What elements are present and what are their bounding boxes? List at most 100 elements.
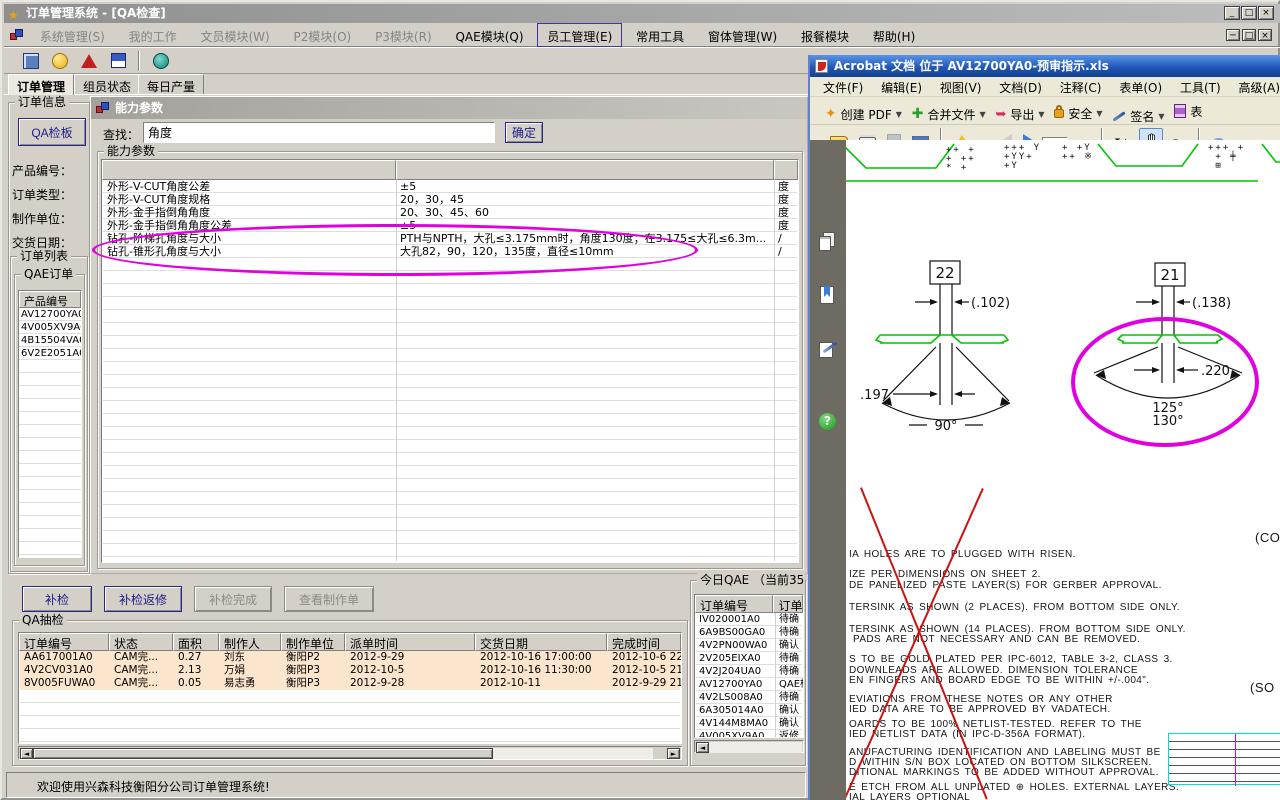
maximize-button[interactable]: □ <box>1241 6 1257 20</box>
chart-icon[interactable] <box>77 50 101 72</box>
forms-button[interactable]: 表 <box>1171 99 1205 123</box>
menu-p3[interactable]: P3模块(R) <box>365 23 442 47</box>
table-row[interactable]: 外形-金手指倒角角度 20、30、45、60 度 <box>103 206 797 219</box>
table-row[interactable]: IV020001A0 待确 <box>696 613 802 626</box>
menu-window[interactable]: 窗体管理(W) <box>698 23 787 47</box>
recheck-button[interactable]: 补检 <box>22 586 92 612</box>
table-row[interactable]: 外形-V-CUT角度公差 ±5 度 <box>103 180 797 193</box>
pages-panel-icon[interactable] <box>818 232 838 252</box>
table-row[interactable]: 2V205EIXA0 待确 <box>696 652 802 665</box>
table-row[interactable]: 4V2LS008A0 待确 <box>696 691 802 704</box>
menu-report[interactable]: 报餐模块 <box>791 23 859 47</box>
qa-sampling-table[interactable]: 订单编号 状态 面积 制作人 制作单位 派单时间 交货日期 完成时间 AA617… <box>18 632 682 744</box>
today-qae-hscrollbar[interactable]: ◄ <box>694 740 804 753</box>
main-titlebar[interactable]: ★ 订单管理系统 - [QA检查] <box>4 4 1280 23</box>
qae-col-header[interactable]: 订单编号 <box>695 595 774 613</box>
close-button[interactable]: × <box>1258 6 1274 20</box>
cap-col-header[interactable] <box>396 160 774 180</box>
combine-files-button[interactable]: ✚ 合并文件 ▼ <box>909 102 989 124</box>
minimize-button[interactable]: _ <box>1224 6 1240 20</box>
view-worksheet-button[interactable]: 查看制作单 <box>284 586 374 612</box>
table-row[interactable]: 4V2J204UA0 待确 <box>696 665 802 678</box>
sign-button[interactable]: 签名 ▼ <box>1109 105 1167 124</box>
bookmarks-panel-icon[interactable] <box>818 286 838 306</box>
list-item[interactable]: 6V2E2051A0 <box>19 347 81 360</box>
table-row[interactable]: 外形-V-CUT角度规格 20，30，45 度 <box>103 193 797 206</box>
qa-col-header[interactable]: 交货日期 <box>475 633 607 651</box>
qa-col-header[interactable]: 制作单位 <box>281 633 345 651</box>
acro-menu-tools[interactable]: 工具(T) <box>1173 77 1228 96</box>
today-qae-table[interactable]: 订单编号 订单 IV020001A0 待确 6A9BS00GA0 待确 4V2PN0… <box>694 594 804 738</box>
save-icon[interactable] <box>106 50 130 72</box>
acro-menu-file[interactable]: 文件(F) <box>816 77 870 96</box>
tab-order-management[interactable]: 订单管理 <box>8 74 75 95</box>
acro-menu-edit[interactable]: 编辑(E) <box>874 77 929 96</box>
mdi-restore-button[interactable]: □ <box>1242 29 1256 41</box>
mdi-minimize-button[interactable]: ─ <box>1226 29 1240 41</box>
table-row[interactable]: AA617001A0 CAM完... 0.27 刘东 衡阳P2 2012-9-29 2012… <box>20 651 681 664</box>
tab-daily-output[interactable]: 每日产量 <box>138 74 205 94</box>
menu-qae[interactable]: QAE模块(Q) <box>445 23 533 47</box>
mdi-close-button[interactable]: × <box>1258 29 1272 41</box>
list-item[interactable]: AV12700YA0 <box>19 308 81 321</box>
comments-panel-icon[interactable] <box>818 340 838 360</box>
qa-col-header[interactable]: 状态 <box>109 633 173 651</box>
menu-mywork[interactable]: 我的工作 <box>119 23 187 47</box>
cap-col-header[interactable] <box>102 160 396 180</box>
smiley-icon[interactable] <box>48 50 72 72</box>
qa-col-header[interactable]: 面积 <box>173 633 219 651</box>
search-input[interactable] <box>143 122 495 143</box>
qa-board-button[interactable]: QA检板 <box>18 118 86 146</box>
calculator-icon[interactable] <box>19 50 43 72</box>
recheck-done-button[interactable]: 补检完成 <box>194 586 272 612</box>
acro-menu-view[interactable]: 视图(V) <box>933 77 989 96</box>
menu-system[interactable]: 系统管理(S) <box>30 23 115 47</box>
qa-col-header[interactable]: 订单编号 <box>19 633 109 651</box>
cap-col-header[interactable] <box>774 160 798 180</box>
menu-staff[interactable]: 员工管理(E) <box>537 23 623 47</box>
create-pdf-button[interactable]: ✦ 创建 PDF ▼ <box>822 102 905 124</box>
menu-clerk[interactable]: 文员模块(W) <box>190 23 279 47</box>
list-item[interactable]: 4V005XV9A0 <box>19 321 81 334</box>
globe-icon[interactable] <box>149 50 173 72</box>
qa-col-header[interactable]: 完成时间 <box>607 633 681 651</box>
confirm-button[interactable]: 确定 <box>505 122 543 143</box>
acro-menu-advanced[interactable]: 高级(A) <box>1231 77 1280 96</box>
table-row[interactable]: 8V005FUWA0 CAM完... 0.05 易志勇 衡阳P3 2012-9-28 201… <box>20 677 681 690</box>
product-listbox[interactable]: 产品编号 AV12700YA0 4V005XV9A0 4B15504VA0 6V… <box>18 290 82 558</box>
qae-col-header[interactable]: 订单 <box>773 595 803 613</box>
acro-menu-forms[interactable]: 表单(O) <box>1112 77 1169 96</box>
menu-tools[interactable]: 常用工具 <box>626 23 694 47</box>
pdf-document[interactable]: ++ + + ++ * + +++ Y +YY+ +Y + +Y ++ ※ ++… <box>846 140 1280 800</box>
list-item[interactable]: 4B15504VA0 <box>19 334 81 347</box>
help-icon[interactable]: ? <box>818 412 838 432</box>
table-row[interactable]: 6A9BS00GA0 待确 <box>696 626 802 639</box>
table-row[interactable]: 4V144M8MA0 确认 <box>696 717 802 730</box>
acrobat-sidebar: ? <box>810 140 846 800</box>
scroll-thumb[interactable] <box>33 748 493 759</box>
secure-button[interactable]: 安全 ▼ <box>1051 102 1105 125</box>
tab-member-status[interactable]: 组员状态 <box>74 74 141 94</box>
qa-col-header[interactable]: 制作人 <box>219 633 281 651</box>
table-row[interactable]: 4V2CV031A0 CAM完... 2.13 万娟 衡阳P3 2012-10-5 2012… <box>20 664 681 677</box>
recheck-repair-button[interactable]: 补检返修 <box>104 586 182 612</box>
export-button[interactable]: ➥ 导出 ▼ <box>992 103 1047 125</box>
product-list-header[interactable]: 产品编号 <box>19 291 81 308</box>
table-row[interactable]: 6A305014A0 确认 <box>696 704 802 717</box>
table-row[interactable]: AV12700YA0QAE检 <box>696 678 803 691</box>
acro-menu-comments[interactable]: 注释(C) <box>1053 77 1109 96</box>
detail-label: 21 <box>1160 266 1179 284</box>
capability-titlebar[interactable]: 能力参数 <box>91 97 807 119</box>
menu-help[interactable]: 帮助(H) <box>863 23 925 47</box>
scroll-left-icon[interactable]: ◄ <box>20 748 33 759</box>
capability-table[interactable]: 外形-V-CUT角度公差 ±5 度 外形-V-CUT角度规格 20，30，45 度 外形… <box>101 159 799 563</box>
acrobat-titlebar[interactable]: Acrobat 文档 位于 AV12700YA0-预审指示.xls <box>810 55 1280 77</box>
qa-col-header[interactable]: 派单时间 <box>345 633 475 651</box>
qa-table-hscrollbar[interactable]: ◄ ► <box>18 746 682 760</box>
table-row[interactable]: 4V005XV9A0 返修 <box>696 730 802 737</box>
scroll-left-icon[interactable]: ◄ <box>696 742 709 753</box>
table-row[interactable]: 4V2PN00WA0 确认 <box>696 639 802 652</box>
scroll-right-icon[interactable]: ► <box>667 748 680 759</box>
acro-menu-document[interactable]: 文档(D) <box>992 77 1049 96</box>
menu-p2[interactable]: P2模块(O) <box>284 23 362 47</box>
